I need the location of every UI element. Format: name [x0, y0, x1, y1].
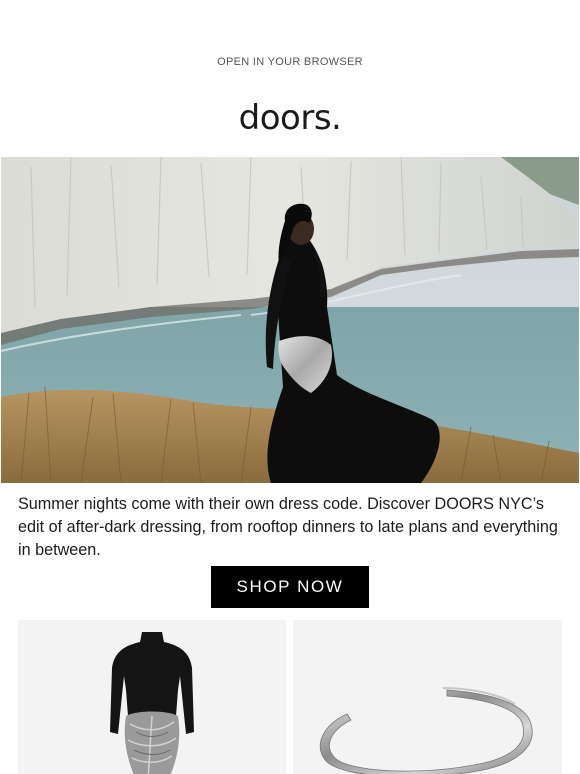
hero-photo-illustration	[1, 157, 579, 483]
product-tile-dress[interactable]	[18, 620, 286, 774]
cuff-product-image	[319, 687, 533, 774]
shop-now-button[interactable]: SHOP NOW	[211, 566, 369, 608]
campaign-copy: Summer nights come with their own dress …	[18, 495, 558, 559]
open-in-browser-link[interactable]: OPEN IN YOUR BROWSER	[0, 56, 580, 68]
product-tile-cuff[interactable]	[293, 620, 562, 774]
hero-image[interactable]	[1, 157, 579, 483]
brand-logo[interactable]: doors.	[0, 98, 580, 138]
dress-product-image	[110, 632, 194, 774]
